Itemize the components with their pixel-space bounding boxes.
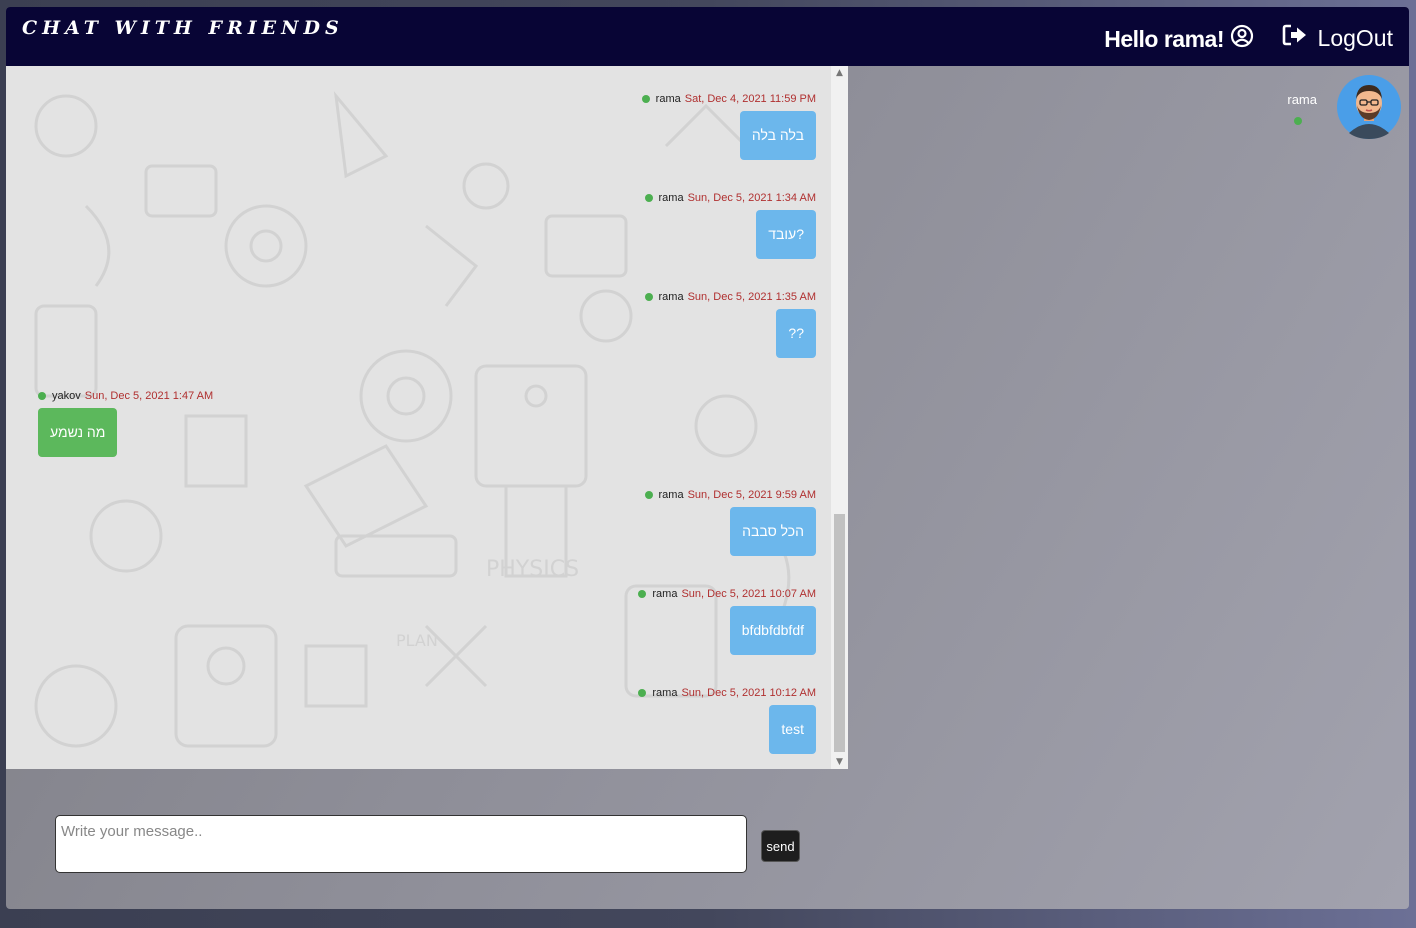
sign-out-icon (1282, 23, 1308, 53)
message-sender: rama (652, 588, 678, 600)
user-avatar[interactable] (1337, 75, 1401, 139)
message-time: Sun, Dec 5, 2021 10:12 AM (681, 687, 816, 699)
message-sender: rama (658, 192, 684, 204)
message-item: rama Sun, Dec 5, 2021 10:12 AM test (638, 687, 816, 754)
svg-text:PHYSICS: PHYSICS (486, 557, 579, 582)
navbar: CHAT WITH FRIENDS Hello rama! LogOut (6, 7, 1409, 66)
message-bubble: bfdbfdbfdf (729, 606, 816, 655)
online-status-icon (644, 491, 653, 499)
message-input[interactable] (56, 816, 746, 872)
chat-messages-panel[interactable]: PHYSICS PLAN rama Sat, Dec 4, 2021 11:59… (6, 66, 848, 769)
message-time: Sun, Dec 5, 2021 10:07 AM (681, 588, 816, 600)
message-meta: rama Sun, Dec 5, 2021 10:07 AM (638, 588, 816, 600)
message-item: rama Sun, Dec 5, 2021 1:34 AM עובד? (644, 192, 816, 259)
message-sender: rama (658, 291, 684, 303)
message-item: rama Sun, Dec 5, 2021 1:35 AM ?? (644, 291, 816, 358)
online-status-icon (638, 590, 647, 598)
app-frame: CHAT WITH FRIENDS Hello rama! LogOut PHY… (6, 7, 1409, 909)
message-time: Sun, Dec 5, 2021 9:59 AM (687, 489, 816, 501)
hello-text: Hello rama! (1104, 25, 1224, 52)
message-bubble: test (769, 705, 816, 754)
brand-text: CHAT WITH FRIENDS (22, 17, 344, 39)
logout-button[interactable]: LogOut (1282, 23, 1393, 53)
message-time: Sun, Dec 5, 2021 1:47 AM (84, 390, 214, 402)
online-status-icon (1294, 117, 1302, 125)
scroll-down-arrow-icon[interactable]: ▼ (831, 755, 848, 769)
message-meta: rama Sun, Dec 5, 2021 1:34 AM (644, 192, 816, 204)
hello-user: Hello rama! (1104, 24, 1254, 54)
scroll-up-arrow-icon[interactable]: ▲ (831, 66, 848, 80)
message-item: yakov Sun, Dec 5, 2021 1:47 AM מה נשמע (38, 390, 213, 457)
message-meta: rama Sun, Dec 5, 2021 9:59 AM (644, 489, 816, 501)
message-item: rama Sun, Dec 5, 2021 9:59 AM הכל סבבה (644, 489, 816, 556)
message-sender: rama (652, 687, 678, 699)
scroll-thumb[interactable] (834, 514, 845, 752)
message-item: rama Sat, Dec 4, 2021 11:59 PM בלה בלה (641, 93, 816, 160)
chat-scrollbar[interactable]: ▲ ▼ (831, 66, 848, 769)
message-bubble: בלה בלה (739, 111, 816, 160)
brand-logo: CHAT WITH FRIENDS (22, 17, 344, 39)
message-bubble: עובד? (756, 210, 816, 259)
message-sender: yakov (52, 390, 81, 402)
message-bubble: הכל סבבה (730, 507, 816, 556)
message-input-wrapper (55, 815, 747, 873)
send-button[interactable]: send (761, 830, 800, 862)
message-time: Sun, Dec 5, 2021 1:34 AM (687, 192, 816, 204)
svg-text:PLAN: PLAN (396, 631, 438, 650)
message-bubble: ?? (776, 309, 816, 358)
message-meta: yakov Sun, Dec 5, 2021 1:47 AM (38, 390, 213, 402)
logout-label: LogOut (1317, 24, 1393, 51)
online-status-icon (638, 689, 647, 697)
message-meta: rama Sat, Dec 4, 2021 11:59 PM (641, 93, 816, 105)
online-status-icon (641, 95, 650, 103)
message-bubble: מה נשמע (38, 408, 118, 457)
message-time: Sun, Dec 5, 2021 1:35 AM (687, 291, 816, 303)
message-meta: rama Sun, Dec 5, 2021 10:12 AM (638, 687, 816, 699)
online-user-name: rama (1287, 92, 1317, 107)
message-item: rama Sun, Dec 5, 2021 10:07 AM bfdbfdbfd… (638, 588, 816, 655)
online-status-icon (644, 194, 653, 202)
online-status-icon (38, 392, 46, 400)
message-sender: rama (658, 489, 684, 501)
message-meta: rama Sun, Dec 5, 2021 1:35 AM (644, 291, 816, 303)
online-status-icon (644, 293, 653, 301)
user-circle-icon (1230, 24, 1254, 54)
message-sender: rama (655, 93, 681, 105)
message-time: Sat, Dec 4, 2021 11:59 PM (684, 93, 816, 105)
